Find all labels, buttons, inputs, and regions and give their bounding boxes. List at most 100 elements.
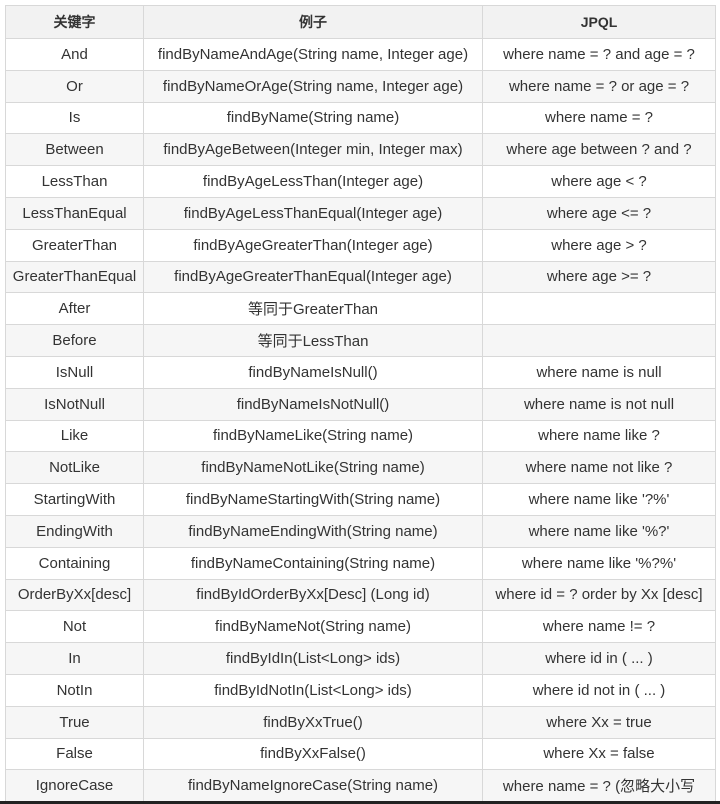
example-cell: findByNameNot(String name) <box>143 610 483 644</box>
table-row: Or findByNameOrAge(String name, Integer a… <box>5 69 716 103</box>
keyword-cell: EndingWith <box>5 514 144 548</box>
jpql-cell: where name not like ? <box>482 451 716 485</box>
jpql-cell: where name = ? (忽略大小写 <box>482 769 716 803</box>
table-row: Containing findByNameContaining(String na… <box>5 546 716 580</box>
example-cell: findByXxTrue() <box>143 705 483 739</box>
keyword-cell: IsNotNull <box>5 387 144 421</box>
jpql-cell: where name like '%?%' <box>482 546 716 580</box>
keyword-cell: IsNull <box>5 355 144 389</box>
header-row: 关键字 例子 JPQL <box>5 5 716 39</box>
keyword-cell: Or <box>5 69 144 103</box>
jpql-cell: where age < ? <box>482 165 716 198</box>
jpql-cell: where id in ( ... ) <box>482 642 716 675</box>
table-row: EndingWith findByNameEndingWith(String na… <box>5 514 716 548</box>
keyword-cell: StartingWith <box>5 483 144 516</box>
table-row: Not findByNameNot(String name) where name … <box>5 610 716 644</box>
example-cell: findByAgeGreaterThan(Integer age) <box>143 228 483 262</box>
table-row: StartingWith findByNameStartingWith(Strin… <box>5 483 716 516</box>
header-keyword: 关键字 <box>5 5 144 39</box>
table-row: IsNull findByNameIsNull() where name is nu… <box>5 355 716 389</box>
example-cell: findByNameOrAge(String name, Integer age… <box>143 69 483 103</box>
table-row: Before 等同于LessThan <box>5 324 716 357</box>
table-row: LessThan findByAgeLessThan(Integer age) wh… <box>5 165 716 198</box>
jpql-cell: where age >= ? <box>482 260 716 294</box>
example-cell: findByAgeGreaterThanEqual(Integer age) <box>143 260 483 294</box>
header-jpql: JPQL <box>482 5 716 39</box>
table-row: GreaterThanEqual findByAgeGreaterThanEqua… <box>5 260 716 294</box>
jpql-cell: where age between ? and ? <box>482 133 716 167</box>
keyword-cell: False <box>5 737 144 771</box>
table-row: Like findByNameLike(String name) where nam… <box>5 419 716 453</box>
keyword-cell: Is <box>5 101 144 135</box>
example-cell: findByNameIgnoreCase(String name) <box>143 769 483 803</box>
jpql-keyword-table: 关键字 例子 JPQL And findByNameAndAge(String n… <box>5 5 716 803</box>
example-cell: findByIdOrderByXx[Desc] (Long id) <box>143 578 483 612</box>
table-row: And findByNameAndAge(String name, Integer… <box>5 38 716 71</box>
keyword-cell: NotLike <box>5 451 144 485</box>
example-cell: findByAgeLessThanEqual(Integer age) <box>143 196 483 230</box>
keyword-cell: NotIn <box>5 673 144 707</box>
keyword-cell: Containing <box>5 546 144 580</box>
example-cell: findByNameEndingWith(String name) <box>143 514 483 548</box>
example-cell: findByIdIn(List<Long> ids) <box>143 642 483 675</box>
table-row: Is findByName(String name) where name = ? <box>5 101 716 135</box>
table-row: True findByXxTrue() where Xx = true <box>5 705 716 739</box>
table-row: GreaterThan findByAgeGreaterThan(Integer … <box>5 228 716 262</box>
jpql-cell: where Xx = false <box>482 737 716 771</box>
table-row: Between findByAgeBetween(Integer min, Int… <box>5 133 716 167</box>
example-cell: findByNameContaining(String name) <box>143 546 483 580</box>
keyword-cell: Like <box>5 419 144 453</box>
table-row: NotLike findByNameNotLike(String name) whe… <box>5 451 716 485</box>
jpql-cell: where Xx = true <box>482 705 716 739</box>
jpql-cell: where age > ? <box>482 228 716 262</box>
jpql-cell: where name = ? <box>482 101 716 135</box>
jpql-cell: where name like '%?' <box>482 514 716 548</box>
table-row: IsNotNull findByNameIsNotNull() where name… <box>5 387 716 421</box>
table-row: LessThanEqual findByAgeLessThanEqual(Inte… <box>5 196 716 230</box>
example-cell: findByAgeLessThan(Integer age) <box>143 165 483 198</box>
example-cell: findByNameAndAge(String name, Integer ag… <box>143 38 483 71</box>
example-cell: findByNameNotLike(String name) <box>143 451 483 485</box>
table-row: In findByIdIn(List<Long> ids) where id in … <box>5 642 716 675</box>
keyword-cell: In <box>5 642 144 675</box>
keyword-cell: Not <box>5 610 144 644</box>
jpql-cell: where name is not null <box>482 387 716 421</box>
example-cell: findByAgeBetween(Integer min, Integer ma… <box>143 133 483 167</box>
jpql-cell: where name = ? or age = ? <box>482 69 716 103</box>
example-cell: 等同于LessThan <box>143 324 483 357</box>
jpql-cell <box>482 324 716 357</box>
jpql-cell: where name != ? <box>482 610 716 644</box>
keyword-cell: And <box>5 38 144 71</box>
example-cell: 等同于GreaterThan <box>143 292 483 326</box>
jpql-cell: where id not in ( ... ) <box>482 673 716 707</box>
example-cell: findByNameIsNull() <box>143 355 483 389</box>
keyword-cell: Between <box>5 133 144 167</box>
keyword-cell: LessThanEqual <box>5 196 144 230</box>
jpql-cell <box>482 292 716 326</box>
jpql-cell: where name like '?%' <box>482 483 716 516</box>
keyword-cell: LessThan <box>5 165 144 198</box>
jpql-cell: where id = ? order by Xx [desc] <box>482 578 716 612</box>
jpql-cell: where age <= ? <box>482 196 716 230</box>
example-cell: findByNameStartingWith(String name) <box>143 483 483 516</box>
keyword-cell: GreaterThan <box>5 228 144 262</box>
table-row: NotIn findByIdNotIn(List<Long> ids) where … <box>5 673 716 707</box>
keyword-cell: GreaterThanEqual <box>5 260 144 294</box>
table-row: After 等同于GreaterThan <box>5 292 716 326</box>
example-cell: findByNameIsNotNull() <box>143 387 483 421</box>
keyword-cell: True <box>5 705 144 739</box>
table-row: OrderByXx[desc] findByIdOrderByXx[Desc] (… <box>5 578 716 612</box>
keyword-cell: After <box>5 292 144 326</box>
example-cell: findByXxFalse() <box>143 737 483 771</box>
example-cell: findByNameLike(String name) <box>143 419 483 453</box>
jpql-cell: where name is null <box>482 355 716 389</box>
jpql-cell: where name like ? <box>482 419 716 453</box>
jpql-cell: where name = ? and age = ? <box>482 38 716 71</box>
keyword-cell: OrderByXx[desc] <box>5 578 144 612</box>
table-row: IgnoreCase findByNameIgnoreCase(String na… <box>5 769 716 803</box>
table-row: False findByXxFalse() where Xx = false <box>5 737 716 771</box>
keyword-cell: Before <box>5 324 144 357</box>
header-example: 例子 <box>143 5 483 39</box>
keyword-cell: IgnoreCase <box>5 769 144 803</box>
example-cell: findByIdNotIn(List<Long> ids) <box>143 673 483 707</box>
